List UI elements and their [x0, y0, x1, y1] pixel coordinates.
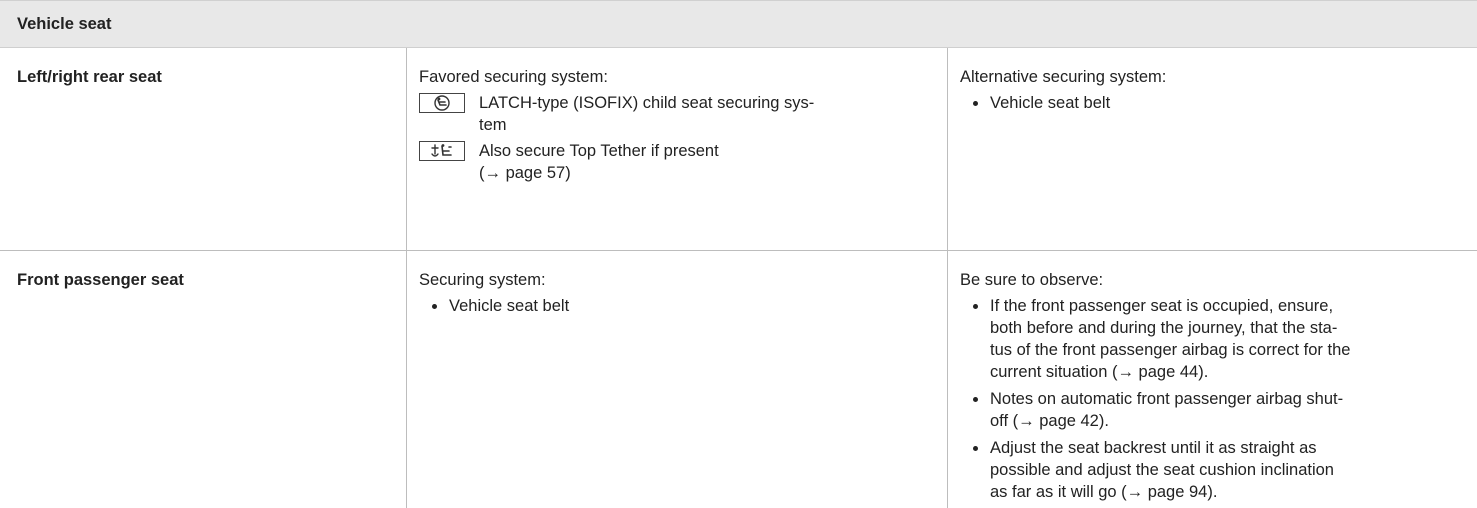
- list-item: Vehicle seat belt: [960, 92, 1470, 114]
- bullet-list: Vehicle seat belt: [960, 92, 1470, 114]
- securing-option: LATCH-type (ISOFIX) child seat securing …: [419, 92, 939, 136]
- row-seat-label: Left/right rear seat: [17, 68, 162, 86]
- list-item: Adjust the seat backrest until it as str…: [960, 437, 1470, 503]
- securing-system-cell: Securing system: Vehicle seat belt: [419, 251, 939, 322]
- option-text-line: (→ page 57): [479, 164, 571, 182]
- child-seat-table: Vehicle seat Left/right rear seat Favore…: [0, 0, 1477, 508]
- cell-heading: Alternative securing system:: [960, 68, 1167, 86]
- table-row: Front passenger seat Securing system: Ve…: [0, 251, 1477, 508]
- isofix-seat-icon: [419, 93, 465, 113]
- table-title: Vehicle seat: [17, 15, 112, 33]
- top-tether-icon: [419, 141, 465, 161]
- option-text-line: LATCH-type (ISOFIX) child seat securing …: [479, 94, 815, 112]
- option-text-line: Also secure Top Tether if present: [479, 142, 719, 160]
- cell-heading: Be sure to observe:: [960, 271, 1104, 289]
- bullet-list: Vehicle seat belt: [419, 295, 939, 317]
- table-row: Left/right rear seat Favored securing sy…: [0, 48, 1477, 251]
- securing-system-cell: Favored securing system: LATCH-type (ISO…: [419, 48, 939, 184]
- cell-heading: Favored securing system:: [419, 68, 608, 86]
- list-item: Vehicle seat belt: [419, 295, 939, 317]
- cell-heading: Securing system:: [419, 271, 546, 289]
- row-seat-label: Front passenger seat: [17, 271, 184, 289]
- securing-option: Also secure Top Tether if present (→ pag…: [419, 140, 939, 184]
- list-item: Notes on automatic front passenger airba…: [960, 388, 1470, 432]
- observe-cell: Be sure to observe: If the front passeng…: [960, 251, 1470, 508]
- option-text-line: tem: [479, 116, 507, 134]
- list-item: If the front passenger seat is occupied,…: [960, 295, 1470, 383]
- table-header: Vehicle seat: [0, 0, 1477, 48]
- alternative-system-cell: Alternative securing system: Vehicle sea…: [960, 48, 1470, 119]
- bullet-list: If the front passenger seat is occupied,…: [960, 295, 1470, 503]
